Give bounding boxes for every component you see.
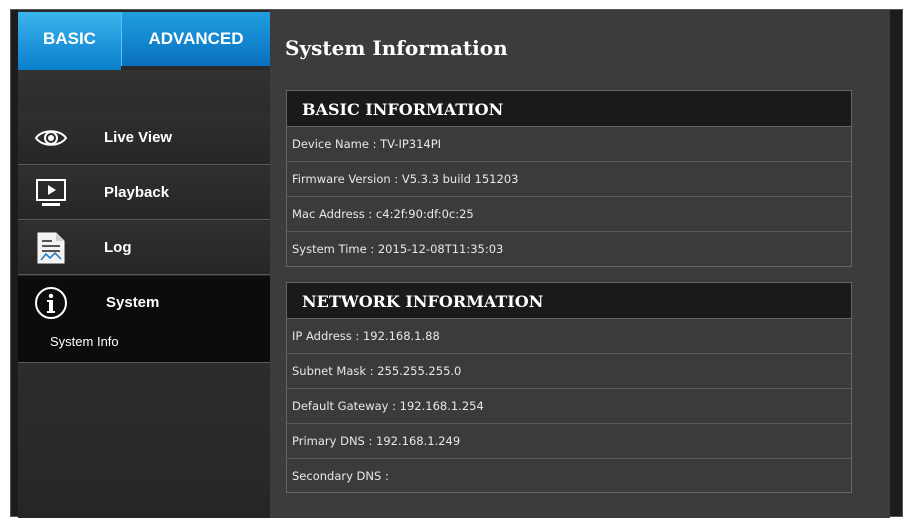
sidebar: BASIC ADVANCED Live View Playback Log Sy… [18,10,282,518]
sidebar-item-label: Playback [104,184,170,201]
info-row-secondary-dns: Secondary DNS : [292,469,389,483]
sidebar-empty-area [18,363,270,518]
info-row-device-name: Device Name : TV-IP314PI [287,127,851,162]
sidebar-item-label: Log [104,239,132,256]
info-row-default-gateway: Default Gateway : 192.168.1.254 [287,389,851,424]
submenu-item-system-info[interactable]: System Info [50,334,119,349]
info-row-firmware-version: Firmware Version : V5.3.3 build 151203 [287,162,851,197]
sidebar-item-playback[interactable]: Playback [18,166,270,220]
sidebar-item-label: Live View [104,129,173,146]
basic-information-header: BASIC INFORMATION [287,91,851,127]
network-information-header: NETWORK INFORMATION [287,283,851,319]
tab-advanced[interactable]: ADVANCED [121,12,270,66]
document-chart-icon [34,231,68,265]
sidebar-item-system[interactable]: System [18,276,282,330]
system-submenu: System Info [18,323,270,363]
basic-information-panel: BASIC INFORMATION Device Name : TV-IP314… [286,90,852,267]
info-row-ip-address: IP Address : 192.168.1.88 [287,319,851,354]
main-content: System Information BASIC INFORMATION Dev… [270,10,890,518]
tab-basic[interactable]: BASIC [18,12,121,80]
page-title: System Information [285,36,508,60]
tabs-divider [18,70,270,112]
eye-icon [34,121,68,155]
sidebar-item-label: System [106,294,160,311]
info-circle-icon [34,286,68,320]
monitor-play-icon [34,176,68,210]
sidebar-item-log[interactable]: Log [18,221,270,275]
app-frame: BASIC ADVANCED Live View Playback Log Sy… [10,9,903,518]
info-row-system-time: System Time : 2015-12-08T11:35:03 [292,242,504,256]
mode-tabs: BASIC ADVANCED [18,12,270,80]
network-information-panel: NETWORK INFORMATION IP Address : 192.168… [286,282,852,493]
sidebar-item-live-view[interactable]: Live View [18,111,270,165]
info-row-primary-dns: Primary DNS : 192.168.1.249 [287,424,851,459]
info-row-mac-address: Mac Address : c4:2f:90:df:0c:25 [287,197,851,232]
info-row-subnet-mask: Subnet Mask : 255.255.255.0 [287,354,851,389]
